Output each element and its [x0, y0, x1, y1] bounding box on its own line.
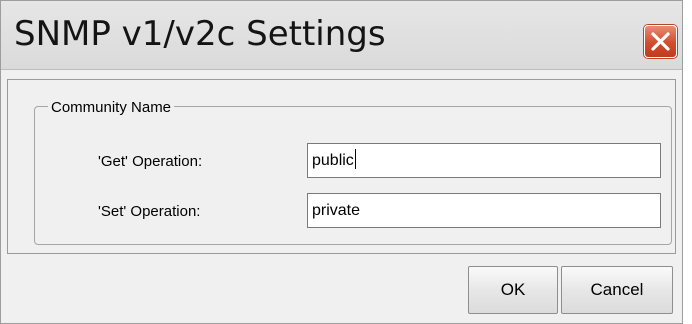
dialog-title: SNMP v1/v2c Settings	[14, 14, 386, 54]
set-operation-input[interactable]: private	[307, 193, 661, 228]
set-operation-value: private	[312, 202, 361, 219]
close-button[interactable]	[644, 25, 677, 58]
get-operation-input[interactable]: public	[307, 143, 661, 178]
set-operation-label: 'Set' Operation:	[98, 203, 201, 220]
text-caret	[354, 149, 356, 169]
cancel-button[interactable]: Cancel	[561, 266, 673, 314]
close-icon	[651, 32, 670, 51]
title-bar[interactable]: SNMP v1/v2c Settings	[1, 1, 682, 70]
get-operation-value: public	[312, 152, 354, 169]
ok-button[interactable]: OK	[468, 266, 558, 314]
community-name-legend: Community Name	[48, 99, 175, 117]
get-operation-label: 'Get' Operation:	[98, 153, 203, 170]
